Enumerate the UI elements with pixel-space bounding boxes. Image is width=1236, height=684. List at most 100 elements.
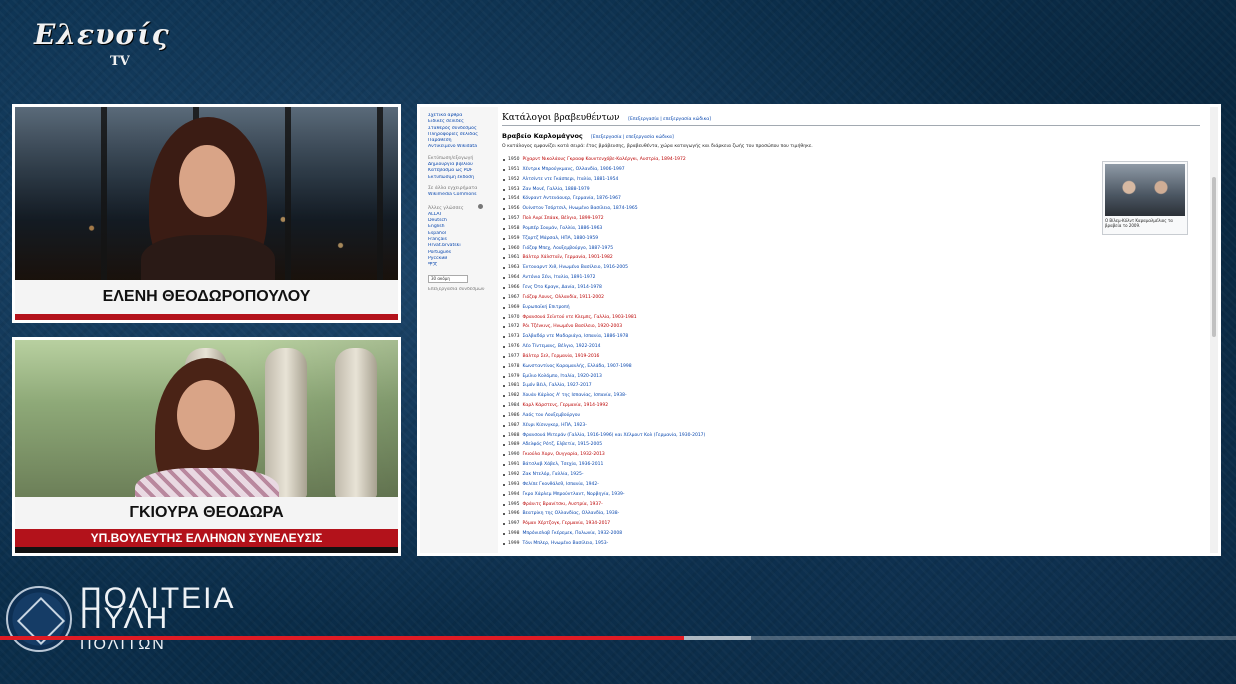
laureate-link[interactable]: Φελίπε Γκονθάλεθ, Ισπανία, 1942-: [522, 482, 598, 487]
video-progress-bar[interactable]: [0, 636, 1236, 640]
sidebar-heading-languages: Άλλες γλώσσες: [428, 203, 494, 212]
laureate-link[interactable]: Σαλβαδόρ ντε Μαδαριάγα, Ισπανία, 1886-19…: [522, 334, 628, 339]
laureate-link[interactable]: Εμίλιο Κολόμπο, Ιταλία, 1920-2013: [522, 374, 601, 379]
laureate-year: 1954: [508, 196, 520, 202]
laureate-year: 1999: [508, 540, 520, 546]
laureate-link[interactable]: Αδελφός Ρότζ, Ελβετία, 1915-2005: [522, 442, 602, 447]
laureate-list-item: 1963 Έντουαρντ Χιθ, Ηνωμένο Βασίλειο, 191…: [502, 263, 1200, 273]
thumbnail-image[interactable]: [1105, 164, 1185, 216]
gear-icon[interactable]: [477, 203, 483, 209]
laureate-link[interactable]: Αλτσίντε ντε Γκάσπερι, Ιταλία, 1881-1954: [522, 177, 618, 182]
laureate-link[interactable]: Γενς Ότο Κραγκ, Δανία, 1914-1978: [522, 285, 601, 290]
laureate-link[interactable]: Ρίχαρντ Νικολάους Γκρααφ Κουντενχόβε-Καλ…: [522, 157, 685, 162]
laureate-year: 1972: [508, 324, 520, 330]
sidebar-project-link[interactable]: Wikimedia Commons: [428, 192, 494, 198]
channel-logo-text: Ελευσίς: [34, 18, 170, 51]
laureate-link[interactable]: Χουάν Κάρλος Α' της Ισπανίας, Ισπανία, 1…: [522, 393, 626, 398]
guest-name: ΓΚΙΟΥΡΑ ΘΕΟΔΩΡΑ: [15, 497, 398, 529]
guest-figure: [127, 358, 287, 518]
laureate-link[interactable]: Ουίνστον Τσόρτσιλ, Ηνωμένο Βασίλειο, 187…: [522, 206, 637, 211]
edit-subsection-link[interactable]: [Επεξεργασία | επεξεργασία κώδικα]: [591, 135, 674, 140]
sidebar-language-link[interactable]: 中文: [428, 262, 494, 268]
laureate-link[interactable]: Φρανσουά Σεϊντού ντε Κλεμπς, Γαλλία, 190…: [522, 315, 636, 320]
laureate-link[interactable]: Γιόζεφ Λουνς, Ολλανδία, 1911-2002: [522, 295, 604, 300]
channel-logo: Ελευσίς TV: [34, 16, 169, 74]
sidebar-nav-link[interactable]: Αντικείμενο Wikidata: [428, 144, 494, 150]
laureate-year: 1958: [508, 225, 520, 231]
video-progress-fill[interactable]: [0, 636, 684, 640]
scrollbar-thumb[interactable]: [1212, 177, 1216, 337]
video-pane-guest: ΓΚΙΟΥΡΑ ΘΕΟΔΩΡΑ ΥΠ.ΒΟΥΛΕΥΤΗΣ ΕΛΛΗΝΩΝ ΣΥΝ…: [12, 337, 401, 556]
laureate-link[interactable]: Κόνραντ Αντενάουερ, Γερμανία, 1876-1967: [522, 196, 620, 201]
laureates-list: 1950 Ρίχαρντ Νικολάους Γκρααφ Κουντενχόβε…: [502, 155, 1200, 549]
laureate-year: 1952: [508, 176, 520, 182]
wiki-content: Κατάλογοι βραβευθέντων [Επεξεργασία | επ…: [502, 107, 1206, 553]
laureate-year: 1997: [508, 521, 520, 527]
video-pane-presenter: ΕΛΕΝΗ ΘΕΟΔΩΡΟΠΟΥΛΟΥ: [12, 104, 401, 323]
laureate-link[interactable]: Ρόι Τζένκινς, Ηνωμένο Βασίλειο, 1920-200…: [522, 324, 622, 329]
laureate-link[interactable]: Έντουαρντ Χιθ, Ηνωμένο Βασίλειο, 1916-20…: [522, 265, 627, 270]
edit-links-link[interactable]: Επεξεργασία συνδέσμων: [428, 287, 494, 293]
laureate-year: 1986: [508, 412, 520, 418]
laureate-link[interactable]: Βάτσλαβ Χάβελ, Τσεχία, 1936-2011: [522, 462, 603, 467]
laureate-link[interactable]: Κωνσταντίνος Καραμανλής, Ελλάδα, 1907-19…: [522, 364, 631, 369]
laureate-link[interactable]: Λέο Τίντεμανς, Βέλγιο, 1922-2014: [522, 344, 600, 349]
channel-logo-tv: TV: [110, 54, 130, 69]
politeia-emblem-icon: [6, 586, 72, 652]
laureate-link[interactable]: Λαός του Λουξεμβούργου: [522, 413, 580, 418]
laureate-year: 1995: [508, 501, 520, 507]
laureate-list-item: 1998 Μπρόνισλαβ Γκέρεμεκ, Πολωνία, 1932-2…: [502, 529, 1200, 539]
laureate-link[interactable]: Μπρόνισλαβ Γκέρεμεκ, Πολωνία, 1932-2008: [522, 531, 622, 536]
laureate-link[interactable]: Ευρωπαϊκή Επιτροπή: [522, 305, 569, 310]
laureate-year: 1963: [508, 265, 520, 271]
laureate-link[interactable]: Πολ Ανρί Σπάακ, Βέλγιο, 1899-1972: [522, 216, 603, 221]
sidebar-print-link[interactable]: Εκτυπώσιμη έκδοση: [428, 175, 494, 181]
laureate-link[interactable]: Σιμόν Βέιλ, Γαλλία, 1927-2017: [522, 383, 591, 388]
guest-title: ΥΠ.ΒΟΥΛΕΥΤΗΣ ΕΛΛΗΝΩΝ ΣΥΝΕΛΕΥΣΙΣ: [15, 529, 398, 547]
laureate-year: 1966: [508, 284, 520, 290]
laureate-list-item: 1996 Βεατρίκη της Ολλανδίας, Ολλανδία, 19…: [502, 509, 1200, 519]
laureate-list-item: 1995 Φράνιτς Βρανίτσκι, Αυστρία, 1937-: [502, 500, 1200, 510]
laureate-link[interactable]: Ρομπέρ Σουμάν, Γαλλία, 1886-1963: [522, 226, 602, 231]
wiki-thumbnail[interactable]: Ο Βίλεμ-Κόλντ Καραμαλμέλιος τα βραβεία τ…: [1102, 161, 1188, 235]
laureate-link[interactable]: Φρανσουά Μιτεράν (Γαλλία, 1916-1996) και…: [522, 433, 705, 438]
laureate-year: 1970: [508, 314, 520, 320]
laureate-link[interactable]: Φράνιτς Βρανίτσκι, Αυστρία, 1937-: [522, 502, 602, 507]
laureate-link[interactable]: Βεατρίκη της Ολλανδίας, Ολλανδία, 1938-: [522, 511, 619, 516]
laureate-link[interactable]: Χένρι Κίσινγκερ, ΗΠΑ, 1923-: [522, 423, 586, 428]
laureate-year: 1953: [508, 186, 520, 192]
laureate-link[interactable]: Αντόνιο Σένι, Ιταλία, 1891-1972: [522, 275, 595, 280]
laureate-list-item: 1951 Χέντρικ Μπρούγκμανς, Ολλανδία, 1906-…: [502, 165, 1200, 175]
section-title-text: Κατάλογοι βραβευθέντων: [502, 113, 620, 123]
laureate-list-item: 1976 Λέο Τίντεμανς, Βέλγιο, 1922-2014: [502, 342, 1200, 352]
laureate-list-item: 1981 Σιμόν Βέιλ, Γαλλία, 1927-2017: [502, 381, 1200, 391]
laureate-link[interactable]: Ζακ Ντελόρ, Γαλλία, 1925-: [522, 472, 583, 477]
laureate-list-item: 1967 Γιόζεφ Λουνς, Ολλανδία, 1911-2002: [502, 293, 1200, 303]
laureate-list-item: 1969 Ευρωπαϊκή Επιτροπή: [502, 303, 1200, 313]
page-scrollbar[interactable]: [1210, 107, 1218, 553]
laureate-link[interactable]: Χέντρικ Μπρούγκμανς, Ολλανδία, 1906-1997: [522, 167, 624, 172]
wiki-sidebar: Σχετικά άρθρα Ειδικές σελίδες Σταθερός σύν…: [420, 107, 498, 553]
laureate-link[interactable]: Γκιούλα Χορν, Ουγγαρία, 1932-2013: [522, 452, 604, 457]
laureate-list-item: 1989 Αδελφός Ρότζ, Ελβετία, 1915-2005: [502, 440, 1200, 450]
laureate-year: 1992: [508, 472, 520, 477]
more-languages-button[interactable]: 30 ακόμη: [428, 274, 468, 283]
laureate-year: 1988: [508, 432, 520, 438]
laureate-link[interactable]: Βάλτερ Σελ, Γερμανία, 1919-2016: [522, 354, 599, 359]
laureate-link[interactable]: Καρλ Κάρστενς, Γερμανία, 1914-1992: [522, 403, 608, 408]
laureate-link[interactable]: Γιόζεφ Μπεχ, Λουξεμβούργο, 1887-1975: [522, 246, 613, 251]
laureate-link[interactable]: Γκρο Χάρλεμ Μπρούντλαντ, Νορβηγία, 1939-: [522, 492, 624, 497]
laureate-link[interactable]: Ζαν Μονέ, Γαλλία, 1888-1979: [522, 187, 589, 192]
laureate-list-item: 1993 Φελίπε Γκονθάλεθ, Ισπανία, 1942-: [502, 480, 1200, 490]
laureate-year: 1960: [508, 245, 520, 251]
laureate-list-item: 1961 Βάλτερ Χάλσταϊν, Γερμανία, 1901-1982: [502, 253, 1200, 263]
laureate-list-item: 1970 Φρανσουά Σεϊντού ντε Κλεμπς, Γαλλία,…: [502, 313, 1200, 323]
laureate-link[interactable]: Τζορτζ Μάρσαλ, ΗΠΑ, 1880-1959: [522, 236, 598, 241]
laureate-year: 1989: [508, 442, 520, 448]
laureate-list-item: 1953 Ζαν Μονέ, Γαλλία, 1888-1979: [502, 185, 1200, 195]
edit-section-link[interactable]: [Επεξεργασία | επεξεργασία κώδικα]: [628, 117, 711, 122]
presenter-nameplate: ΕΛΕΝΗ ΘΕΟΔΩΡΟΠΟΥΛΟΥ: [15, 280, 398, 320]
laureate-link[interactable]: Τόνι Μπλερ, Ηνωμένο Βασίλειο, 1953-: [522, 541, 608, 546]
laureate-link[interactable]: Βάλτερ Χάλσταϊν, Γερμανία, 1901-1982: [522, 255, 612, 260]
laureate-link[interactable]: Ρόμαν Χέρτζογκ, Γερμανία, 1934-2017: [522, 521, 610, 526]
